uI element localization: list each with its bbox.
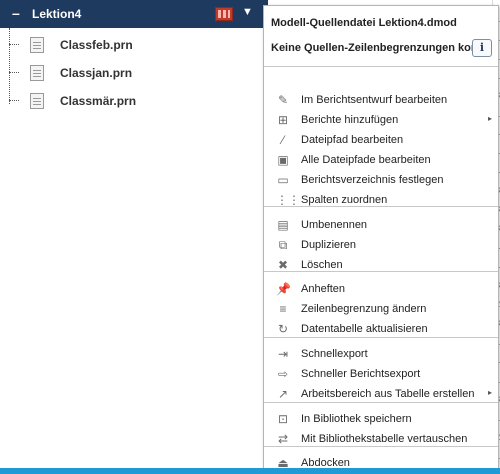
menu-item[interactable]: ⊞ Berichte hinzufügen ▸ [264, 110, 498, 130]
library-swap-icon: ⇄ [277, 432, 289, 446]
menu-item-label: Mit Bibliothekstabelle vertauschen [301, 433, 468, 445]
columns-icon: ⋮⋮ [276, 193, 300, 207]
menu-item[interactable]: 📌 Anheften [264, 279, 498, 299]
file-icon [30, 93, 44, 109]
menu-item[interactable]: ⋮⋮ Spalten zuordnen [264, 190, 498, 210]
menu-item-label: Anheften [301, 283, 346, 295]
tree-branch-line [9, 100, 19, 101]
menu-item[interactable]: ≡ Zeilenbegrenzung ändern [264, 299, 498, 319]
file-icon [30, 37, 44, 53]
menu-item[interactable]: ✖ Löschen [264, 255, 498, 275]
refresh-icon: ↻ [277, 322, 289, 336]
menu-subtitle: Keine Quellen-Zeilenbegrenzungen konf… [271, 42, 493, 54]
tree-file-label: Classmär.prn [60, 94, 137, 108]
menu-item[interactable]: ✎ Im Berichtsentwurf bearbeiten [264, 90, 498, 110]
delete-icon: ✖ [277, 258, 289, 272]
tree-file-item[interactable]: Classmär.prn [0, 89, 268, 113]
model-grid-icon[interactable] [215, 7, 233, 21]
menu-item-label: Umbenennen [301, 219, 368, 231]
folder-icon: ▭ [277, 173, 289, 187]
menu-item-label: Löschen [301, 259, 343, 271]
menu-item[interactable]: ⇥ Schnellexport [264, 344, 498, 364]
tree-file-item[interactable]: Classfeb.prn [0, 33, 268, 57]
menu-item[interactable]: ↗ Arbeitsbereich aus Tabelle erstellen ▸ [264, 384, 498, 404]
pin-icon: 📌 [276, 282, 291, 296]
menu-item-label: In Bibliothek speichern [301, 413, 412, 425]
model-tree-panel: – Lektion4 ▼ Classfeb.prn Classjan.prn Cla… [0, 0, 268, 468]
tree-file-label: Classfeb.prn [60, 38, 133, 52]
menu-separator [264, 402, 498, 403]
menu-title: Modell-Quellendatei Lektion4.dmod [271, 17, 457, 29]
workspace-icon: ↗ [277, 387, 289, 401]
info-button[interactable]: i [472, 39, 492, 57]
status-bar-strip [0, 468, 500, 474]
menu-separator [264, 271, 498, 272]
menu-item-label: Duplizieren [301, 239, 357, 251]
chevron-down-icon[interactable]: ▼ [242, 6, 253, 18]
library-save-icon: ⊡ [277, 412, 289, 426]
menu-item-label: Alle Dateipfade bearbeiten [301, 154, 431, 166]
submenu-arrow-icon: ▸ [487, 388, 492, 397]
tree-branch-line [9, 44, 19, 45]
tree-root-label: Lektion4 [32, 7, 82, 21]
row-limit-icon: ≡ [279, 302, 287, 316]
report-export-icon: ⇨ [277, 367, 289, 381]
menu-item[interactable]: ⧉ Duplizieren [264, 235, 498, 255]
edit-icon: ✎ [277, 93, 289, 107]
duplicate-icon: ⧉ [278, 238, 288, 252]
export-icon: ⇥ [277, 347, 289, 361]
menu-item-label: Schneller Berichtsexport [301, 368, 421, 380]
submenu-arrow-icon: ▸ [487, 114, 492, 123]
menu-item[interactable]: ▤ Umbenennen [264, 215, 498, 235]
menu-item-label: Arbeitsbereich aus Tabelle erstellen [301, 388, 475, 400]
menu-item-label: Im Berichtsentwurf bearbeiten [301, 94, 448, 106]
menu-item[interactable]: ⁄ Dateipfad bearbeiten [264, 130, 498, 150]
menu-separator [264, 337, 498, 338]
menu-item-label: Datentabelle aktualisieren [301, 323, 428, 335]
tree-file-label: Classjan.prn [60, 66, 133, 80]
tree-root-row[interactable]: – Lektion4 ▼ [0, 0, 268, 28]
menu-item-label: Berichtsverzeichnis festlegen [301, 174, 444, 186]
add-report-icon: ⊞ [277, 113, 289, 127]
menu-separator [264, 446, 498, 447]
menu-item[interactable]: ▣ Alle Dateipfade bearbeiten [264, 150, 498, 170]
menu-item-label: Berichte hinzufügen [301, 114, 399, 126]
menu-separator [264, 66, 498, 67]
menu-item[interactable]: ▭ Berichtsverzeichnis festlegen [264, 170, 498, 190]
menu-item[interactable]: ⇨ Schneller Berichtsexport [264, 364, 498, 384]
menu-item-label: Zeilenbegrenzung ändern [301, 303, 427, 315]
all-paths-icon: ▣ [277, 153, 289, 167]
menu-item-label: Dateipfad bearbeiten [301, 134, 404, 146]
tree-branch-line [9, 72, 19, 73]
menu-item[interactable]: ↻ Datentabelle aktualisieren [264, 319, 498, 339]
menu-separator [264, 206, 498, 207]
context-menu: Modell-Quellendatei Lektion4.dmod Keine … [263, 5, 499, 473]
rename-icon: ▤ [277, 218, 289, 232]
menu-item-label: Spalten zuordnen [301, 194, 388, 206]
path-icon: ⁄ [281, 133, 284, 147]
menu-item-label: Schnellexport [301, 348, 368, 360]
menu-item[interactable]: ⊡ In Bibliothek speichern [264, 409, 498, 429]
collapse-icon[interactable]: – [12, 5, 20, 21]
file-icon [30, 65, 44, 81]
tree-file-item[interactable]: Classjan.prn [0, 61, 268, 85]
